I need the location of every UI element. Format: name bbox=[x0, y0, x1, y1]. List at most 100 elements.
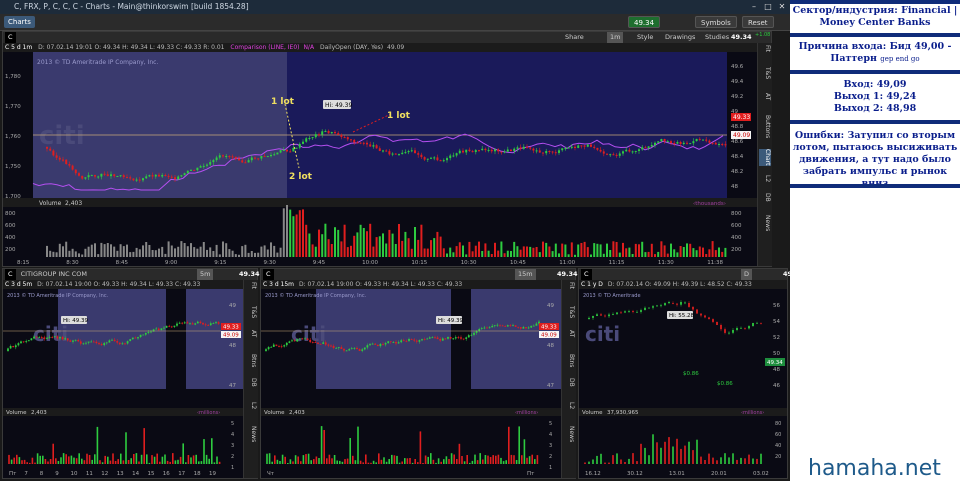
candle-body bbox=[321, 131, 324, 135]
interval-button[interactable]: 15m bbox=[515, 269, 536, 280]
minimize-button[interactable]: – bbox=[748, 2, 760, 12]
candle-body bbox=[306, 338, 309, 340]
candle-body bbox=[191, 323, 194, 325]
candle-body bbox=[183, 322, 186, 324]
candle-body bbox=[397, 342, 400, 344]
aggregation-label[interactable]: C 3 d 15m bbox=[263, 281, 294, 288]
side-tab[interactable]: Fit bbox=[563, 282, 575, 289]
close-button[interactable]: ✕ bbox=[776, 2, 788, 12]
candle-body bbox=[391, 153, 394, 155]
volume-bar bbox=[336, 460, 338, 464]
reset-button[interactable]: Reset bbox=[742, 16, 774, 28]
side-tab[interactable]: L2 bbox=[245, 402, 257, 409]
candle-body bbox=[407, 151, 410, 153]
symbols-button[interactable]: Symbols bbox=[695, 16, 737, 28]
symbol-input[interactable]: C bbox=[5, 269, 16, 280]
maximize-button[interactable]: □ bbox=[762, 2, 774, 12]
side-tab[interactable]: T&S bbox=[245, 306, 257, 318]
last-price-tag-text: 49.33 bbox=[733, 114, 750, 121]
time-axis-tick: 19 bbox=[209, 471, 216, 477]
candle-body bbox=[420, 154, 423, 158]
last-price: 49.34 bbox=[731, 33, 752, 41]
candle-body bbox=[499, 324, 501, 326]
volume-bar bbox=[372, 460, 375, 464]
side-tab[interactable]: DB bbox=[563, 378, 575, 387]
candle-body bbox=[732, 330, 734, 333]
interval-button[interactable]: 5m bbox=[197, 269, 214, 280]
side-tab-fit[interactable]: Fit bbox=[759, 45, 771, 52]
symbol-input[interactable]: C bbox=[263, 269, 274, 280]
aggregation-label[interactable]: C 3 d 5m bbox=[5, 281, 32, 288]
side-tab[interactable]: DB bbox=[245, 378, 257, 387]
right-axis-tick: 49.4 bbox=[731, 79, 744, 85]
candle-body bbox=[193, 169, 196, 171]
comparison-study-label[interactable]: Comparison (LINE, IE0) bbox=[230, 44, 299, 51]
volume-bar bbox=[208, 458, 210, 464]
side-tab-level2[interactable]: L2 bbox=[759, 175, 771, 182]
candle-body bbox=[247, 160, 250, 163]
candle-body bbox=[530, 325, 533, 328]
volume-axis-tick: 1 bbox=[549, 465, 552, 471]
trade-notes-sidebar: Сектор/индустрия: Financial | Money Cent… bbox=[790, 0, 960, 481]
interval-button[interactable]: 1m bbox=[607, 32, 624, 43]
candle-body bbox=[196, 167, 199, 171]
bottom-chart-canvas[interactable]: 2013 © TD Ameritrade IP Company, Inc. cit… bbox=[3, 289, 243, 478]
interval-button[interactable]: D bbox=[741, 269, 753, 280]
side-tab[interactable]: AT bbox=[245, 330, 257, 337]
side-tab[interactable]: L2 bbox=[563, 402, 575, 409]
side-tab-news[interactable]: News bbox=[759, 215, 771, 231]
side-tab[interactable]: News bbox=[245, 426, 257, 442]
volume-bar bbox=[305, 224, 308, 257]
aggregation-label[interactable]: C 1 y D bbox=[581, 281, 603, 288]
volume-bar bbox=[166, 460, 169, 464]
candle-body bbox=[622, 151, 624, 154]
aggregation-label[interactable]: C 5 d 1m bbox=[5, 44, 32, 51]
side-tab[interactable]: T&S bbox=[563, 306, 575, 318]
volume-bar bbox=[73, 457, 75, 464]
volume-bar bbox=[688, 441, 690, 464]
volume-bar bbox=[372, 246, 375, 257]
side-tab-buttons[interactable]: Buttons bbox=[759, 115, 771, 138]
side-tab[interactable]: Btns bbox=[563, 354, 575, 367]
side-tab-chart[interactable]: Chart bbox=[759, 149, 771, 166]
side-tab[interactable]: News bbox=[563, 426, 575, 442]
volume-bar bbox=[138, 249, 141, 257]
candle-body bbox=[174, 177, 176, 180]
side-tab-dashboard[interactable]: DB bbox=[759, 193, 771, 202]
daily-open-study-label[interactable]: DailyOpen (DAY, Yes) bbox=[320, 44, 383, 51]
bottom-chart-canvas[interactable]: 2013 © TD Ameritrade citi Hi: 55.28 $0.86 $0… bbox=[579, 289, 787, 478]
volume-bar bbox=[346, 247, 349, 257]
share-button[interactable]: Share bbox=[565, 32, 584, 43]
candle-body bbox=[525, 327, 527, 329]
volume-bar bbox=[300, 461, 302, 464]
side-tab-time-sales[interactable]: T&S bbox=[759, 67, 771, 79]
sidebar-divider bbox=[790, 184, 960, 188]
main-chart-canvas[interactable]: 2013 © TD Ameritrade IP Company, Inc. ci… bbox=[3, 52, 757, 266]
candle-body bbox=[404, 152, 407, 154]
candle-body bbox=[480, 328, 483, 329]
volume-bar bbox=[97, 254, 100, 257]
candle-body bbox=[126, 341, 129, 344]
symbol-input[interactable]: C bbox=[581, 269, 592, 280]
drawings-button[interactable]: Drawings bbox=[665, 32, 695, 43]
volume-axis-tick: 40 bbox=[775, 443, 781, 449]
style-button[interactable]: Style bbox=[637, 32, 653, 43]
symbol-input[interactable]: C bbox=[5, 32, 16, 43]
candle-body bbox=[405, 340, 408, 342]
volume-bar bbox=[686, 243, 688, 257]
side-tab[interactable]: AT bbox=[563, 330, 575, 337]
bottom-side-tabs: Fit T&S AT Btns DB L2 News bbox=[561, 280, 576, 478]
candle-body bbox=[462, 150, 464, 153]
candle-body bbox=[144, 332, 147, 335]
studies-button[interactable]: Studies bbox=[705, 32, 729, 43]
side-tab[interactable]: Fit bbox=[245, 282, 257, 289]
volume-axis-tick: 20 bbox=[775, 454, 781, 460]
charts-tab[interactable]: Charts bbox=[4, 16, 35, 28]
volume-bar bbox=[222, 241, 224, 257]
side-tab[interactable]: Btns bbox=[245, 354, 257, 367]
side-tab-active-trader[interactable]: AT bbox=[759, 93, 771, 100]
candle-body bbox=[583, 145, 586, 147]
bottom-chart-canvas[interactable]: 2013 © TD Ameritrade IP Company, Inc. cit… bbox=[261, 289, 561, 478]
volume-bar bbox=[679, 246, 682, 257]
volume-bar bbox=[436, 231, 439, 257]
